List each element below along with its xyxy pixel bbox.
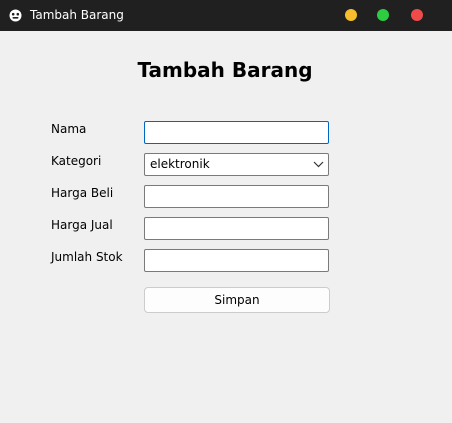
window-title: Tambah Barang xyxy=(30,8,124,22)
simpan-button[interactable]: Simpan xyxy=(144,287,330,313)
minimize-button[interactable] xyxy=(345,9,357,21)
title-bar: Tambah Barang xyxy=(0,0,452,31)
maximize-button[interactable] xyxy=(377,9,389,21)
harga-jual-input[interactable] xyxy=(144,217,329,240)
harga-beli-label: Harga Beli xyxy=(51,186,114,200)
close-button[interactable] xyxy=(411,9,423,21)
kategori-selected-value: elektronik xyxy=(150,157,210,171)
jumlah-stok-input[interactable] xyxy=(144,249,329,272)
harga-jual-label: Harga Jual xyxy=(51,218,113,232)
form-title: Tambah Barang xyxy=(137,58,313,82)
kategori-label: Kategori xyxy=(51,154,102,168)
kategori-select[interactable]: elektronik xyxy=(144,153,329,176)
nama-input[interactable] xyxy=(144,121,329,144)
gamepad-icon xyxy=(9,9,22,22)
jumlah-stok-label: Jumlah Stok xyxy=(51,250,123,264)
harga-beli-input[interactable] xyxy=(144,185,329,208)
chevron-down-icon xyxy=(313,161,324,168)
nama-label: Nama xyxy=(51,122,87,136)
